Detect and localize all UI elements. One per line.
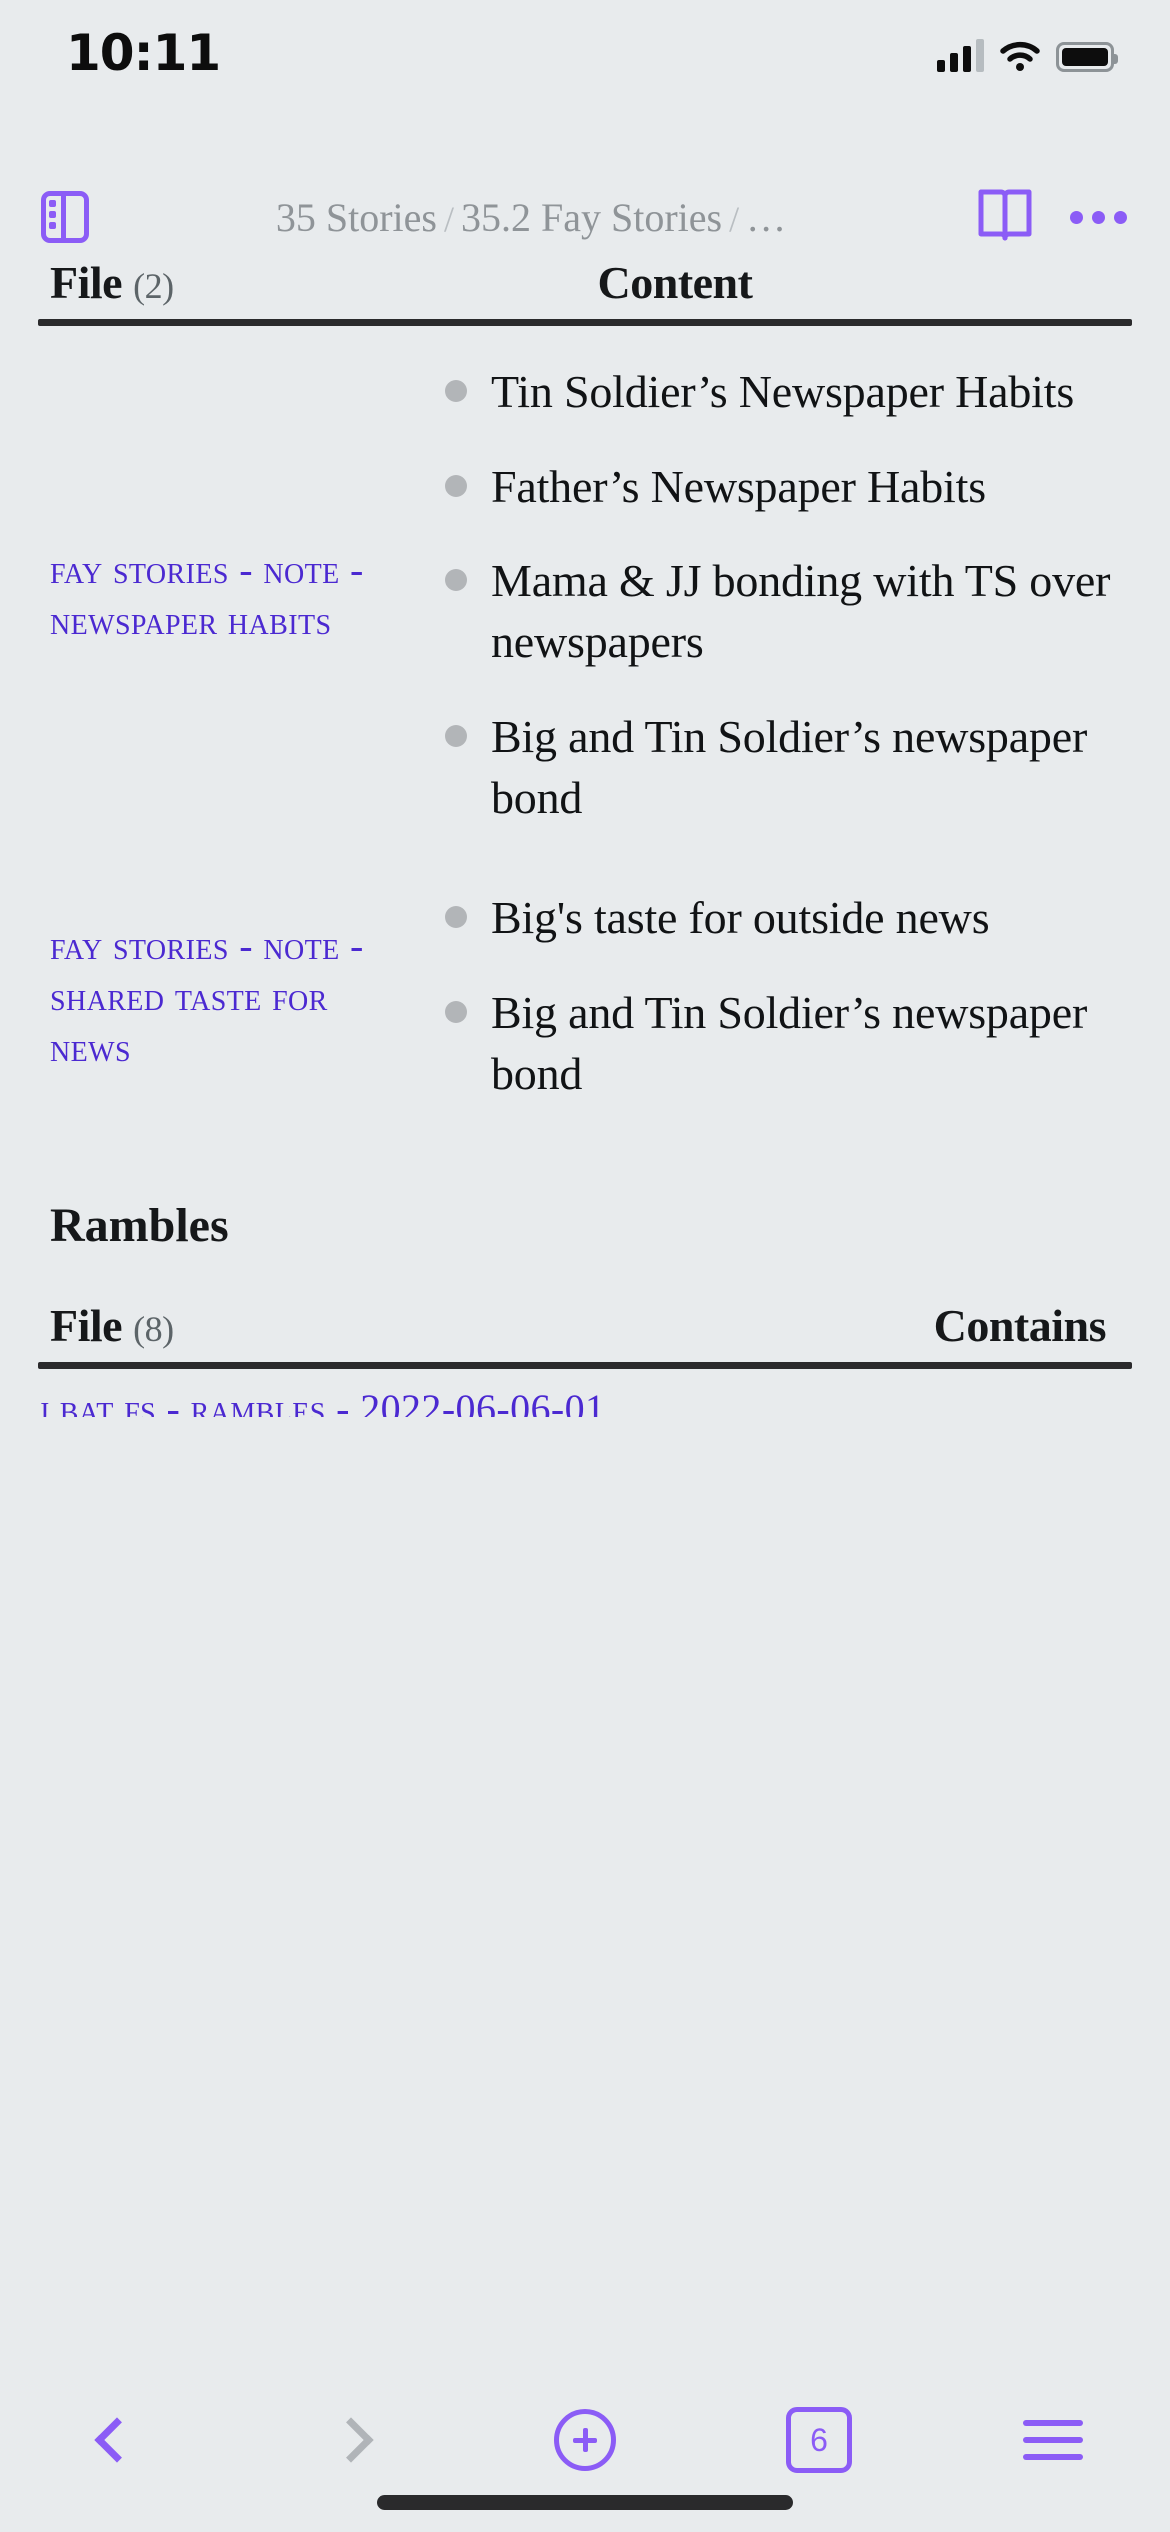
column-header-contains: Contains xyxy=(933,1300,1107,1352)
content-bullet-list: Tin Soldier’s Newspaper Habits Father’s … xyxy=(433,362,1132,828)
file-link[interactable]: J Bat FS - Rambles - 2022-06-06-01 xyxy=(38,1383,1132,1417)
status-indicators xyxy=(937,28,1118,72)
file-link[interactable]: Fay Stories - Note - Shared Taste for Ne… xyxy=(50,920,419,1074)
tab-switcher-button[interactable]: 6 xyxy=(702,2392,936,2488)
list-item: Big and Tin Soldier’s newspaper bond xyxy=(433,983,1132,1104)
section-title-rambles: Rambles xyxy=(50,1199,229,1253)
list-item: Father’s Newspaper Habits xyxy=(433,457,1132,518)
more-options-button[interactable] xyxy=(1048,182,1148,252)
list-item: Big and Tin Soldier’s newspaper bond xyxy=(433,707,1132,828)
breadcrumb-separator-0: / xyxy=(443,198,454,239)
breadcrumb-part-2[interactable]: … xyxy=(746,195,786,240)
breadcrumb-separator-1: / xyxy=(729,198,740,239)
status-bar: 10:11 xyxy=(0,0,1170,150)
reading-mode-button[interactable] xyxy=(962,182,1048,252)
forward-button[interactable] xyxy=(234,2392,468,2488)
list-item: Mama & JJ bonding with TS over newspaper… xyxy=(433,551,1132,672)
tab-count-icon: 6 xyxy=(786,2407,852,2473)
top-toolbar: 35 Stories/35.2 Fay Stories /… xyxy=(0,178,1170,256)
new-note-button[interactable] xyxy=(468,2392,702,2488)
tab-count-label: 6 xyxy=(810,2421,828,2458)
column-header-file-label: File xyxy=(50,1300,123,1352)
rambles-table: File (8) Contains xyxy=(0,1299,1170,1370)
table-cell-content: Tin Soldier’s Newspaper Habits Father’s … xyxy=(433,332,1132,858)
list-item: Tin Soldier’s Newspaper Habits xyxy=(433,362,1132,423)
phone-screen: 10:11 35 Stories/35.2 Fay Stories /… Fil… xyxy=(0,0,1170,2532)
wifi-icon xyxy=(1000,40,1040,72)
ellipsis-icon xyxy=(1069,210,1083,224)
home-indicator[interactable] xyxy=(377,2495,793,2510)
table-cell-file: Fay Stories - Note - Newspaper Habits xyxy=(38,526,433,664)
cellular-bars-icon xyxy=(937,39,984,72)
file-link[interactable]: Fay Stories - Note - Newspaper Habits xyxy=(50,544,419,646)
column-header-file-count: (2) xyxy=(133,266,174,306)
table-cell-file: Fay Stories - Note - Shared Taste for Ne… xyxy=(38,902,433,1092)
table-row[interactable]: Fay Stories - Note - Newspaper Habits Ti… xyxy=(38,332,1132,858)
chevron-left-icon xyxy=(94,2417,140,2463)
open-book-icon xyxy=(977,186,1033,249)
table-header-row: File (2) Content xyxy=(38,256,1132,319)
breadcrumb-part-1[interactable]: 35.2 Fay Stories xyxy=(461,195,722,240)
table-cell-content: Big's taste for outside news Big and Tin… xyxy=(433,858,1132,1134)
document-body[interactable]: File (2) Content Fay Stories - Note - Ne… xyxy=(0,256,1170,2432)
sidebar-toggle-button[interactable] xyxy=(30,182,100,252)
column-header-file-count: (8) xyxy=(133,1309,174,1350)
hamburger-menu-icon xyxy=(1023,2420,1083,2460)
battery-full-icon xyxy=(1056,42,1118,72)
back-button[interactable] xyxy=(0,2392,234,2488)
plus-circle-icon xyxy=(554,2409,616,2471)
table-header-rule xyxy=(38,1362,1132,1370)
breadcrumb[interactable]: 35 Stories/35.2 Fay Stories /… xyxy=(100,194,962,241)
menu-button[interactable] xyxy=(936,2392,1170,2488)
table-header-row: File (8) Contains xyxy=(38,1299,1132,1362)
table-header-rule xyxy=(38,319,1132,326)
status-time: 10:11 xyxy=(66,24,221,82)
file-content-table: File (2) Content Fay Stories - Note - Ne… xyxy=(0,256,1170,1134)
column-header-file-label: File xyxy=(50,257,123,308)
table-row-clipped[interactable]: J Bat FS - Rambles - 2022-06-06-01 xyxy=(0,1383,1170,1417)
list-item: Big's taste for outside news xyxy=(433,888,1132,949)
chevron-right-icon xyxy=(328,2417,374,2463)
column-header-file: File (2) xyxy=(38,256,358,309)
column-header-content: Content xyxy=(597,257,753,308)
sidebar-toggle-icon xyxy=(41,191,89,243)
table-row[interactable]: Fay Stories - Note - Shared Taste for Ne… xyxy=(38,858,1132,1134)
breadcrumb-part-0[interactable]: 35 Stories xyxy=(276,195,437,240)
column-header-file: File (8) xyxy=(38,1299,358,1352)
content-bullet-list: Big's taste for outside news Big and Tin… xyxy=(433,888,1132,1104)
